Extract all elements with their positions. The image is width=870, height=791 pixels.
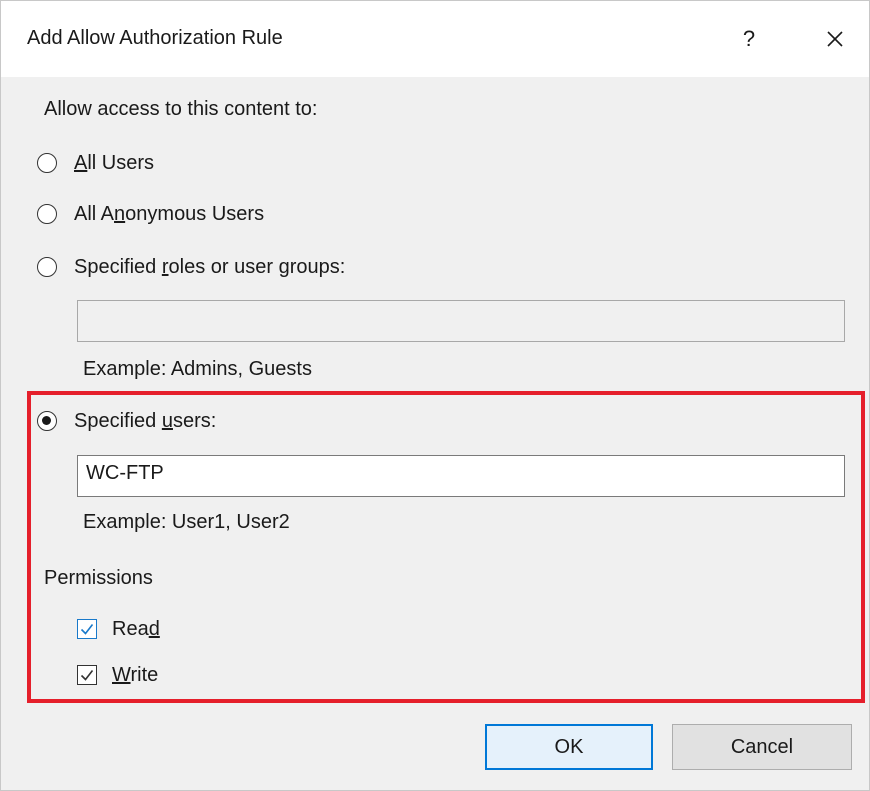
help-button[interactable]: ? (727, 19, 771, 59)
option-specified-users-label[interactable]: Specified users: (74, 410, 216, 433)
radio-all-anonymous-users[interactable] (37, 204, 57, 224)
option-all-anonymous-users-label[interactable]: All Anonymous Users (74, 203, 264, 226)
checkmark-icon (80, 624, 94, 635)
cancel-button[interactable]: Cancel (672, 724, 852, 770)
radio-specified-roles[interactable] (37, 257, 57, 277)
roles-example-text: Example: Admins, Guests (83, 358, 312, 380)
title-bar: Add Allow Authorization Rule ? (1, 1, 869, 77)
radio-specified-users[interactable] (37, 411, 57, 431)
write-checkbox[interactable] (77, 665, 97, 685)
ok-button[interactable]: OK (485, 724, 653, 770)
roles-input[interactable] (77, 300, 845, 342)
option-all-users-label[interactable]: All Users (74, 152, 154, 175)
permissions-heading: Permissions (44, 567, 153, 589)
access-heading: Allow access to this content to: (44, 98, 318, 120)
write-label[interactable]: Write (112, 664, 158, 687)
option-specified-roles-label[interactable]: Specified roles or user groups: (74, 256, 345, 279)
highlight-box (27, 391, 865, 703)
users-example-text: Example: User1, User2 (83, 511, 290, 533)
close-icon (827, 31, 843, 47)
read-checkbox[interactable] (77, 619, 97, 639)
read-label[interactable]: Read (112, 618, 160, 641)
close-button[interactable] (813, 19, 857, 59)
add-allow-authorization-rule-dialog: Add Allow Authorization Rule ? Allow acc… (0, 0, 870, 791)
checkmark-icon (80, 670, 94, 681)
dialog-title: Add Allow Authorization Rule (27, 27, 283, 49)
radio-all-users[interactable] (37, 153, 57, 173)
users-input[interactable]: WC-FTP (77, 455, 845, 497)
